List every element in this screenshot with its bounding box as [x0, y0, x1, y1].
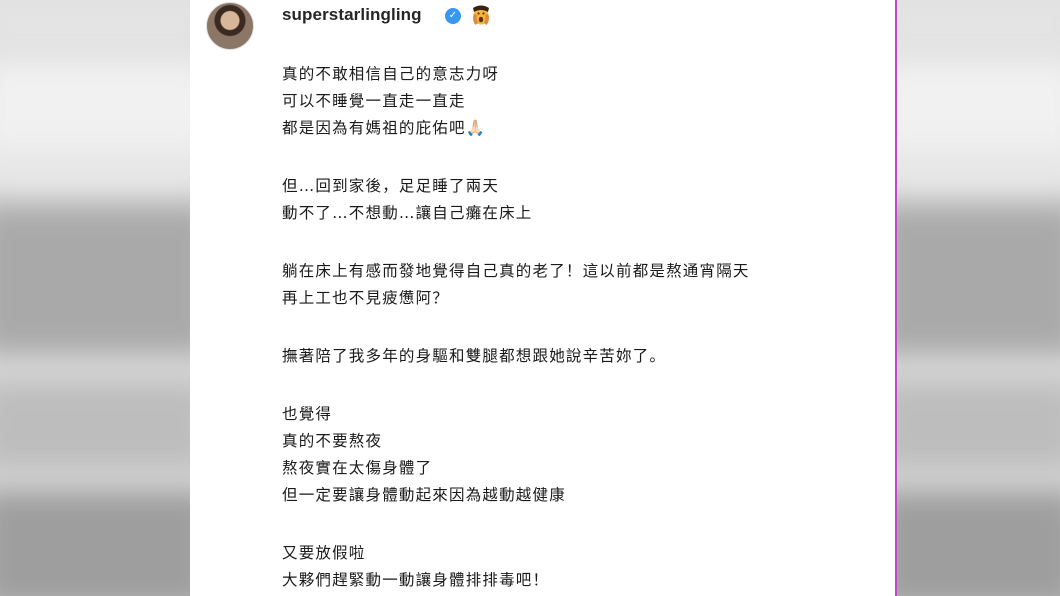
profile-avatar[interactable]: [206, 2, 254, 50]
blurred-background-left: [0, 0, 192, 596]
verified-badge-icon: ✓: [445, 8, 461, 24]
post-caption: 真的不敢相信自己的意志力呀 可以不睡覺一直走一直走 都是因為有媽祖的庇佑吧🙏🏻 …: [282, 61, 882, 594]
caption-line: 又要放假啦: [282, 544, 366, 562]
blurred-background-right: [897, 0, 1060, 596]
caption-line: 都是因為有媽祖的庇佑吧🙏🏻: [282, 119, 487, 137]
caption-line: 躺在床上有感而發地覺得自己真的老了！這以前都是熬通宵隔天: [282, 262, 750, 280]
username-link[interactable]: superstarlingling: [282, 5, 422, 25]
caption-line: 可以不睡覺一直走一直走: [282, 92, 466, 110]
caption-line: 動不了…不想動…讓自己癱在床上: [282, 204, 533, 222]
caption-line: 但一定要讓身體動起來因為越動越健康: [282, 486, 566, 504]
caption-line: 熬夜實在太傷身體了: [282, 459, 433, 477]
caption-line: 但…回到家後，足足睡了兩天: [282, 177, 500, 195]
instagram-post-caption: superstarlingling ✓ 真的不敢相信自己的意志力呀 可以不睡覺一…: [190, 0, 895, 596]
caption-line: 再上工也不見疲憊阿？: [282, 289, 450, 307]
caption-line: 也覺得: [282, 405, 333, 423]
caption-line: 大夥們趕緊動一動讓身體排排毒吧！: [282, 571, 550, 589]
caption-line: 真的不敢相信自己的意志力呀: [282, 65, 500, 83]
caption-line: 撫著陪了我多年的身驅和雙腿都想跟她說辛苦妳了。: [282, 347, 667, 365]
face-with-hands-icon: [473, 5, 489, 25]
divider-line: [895, 0, 897, 596]
caption-line: 真的不要熬夜: [282, 432, 383, 450]
